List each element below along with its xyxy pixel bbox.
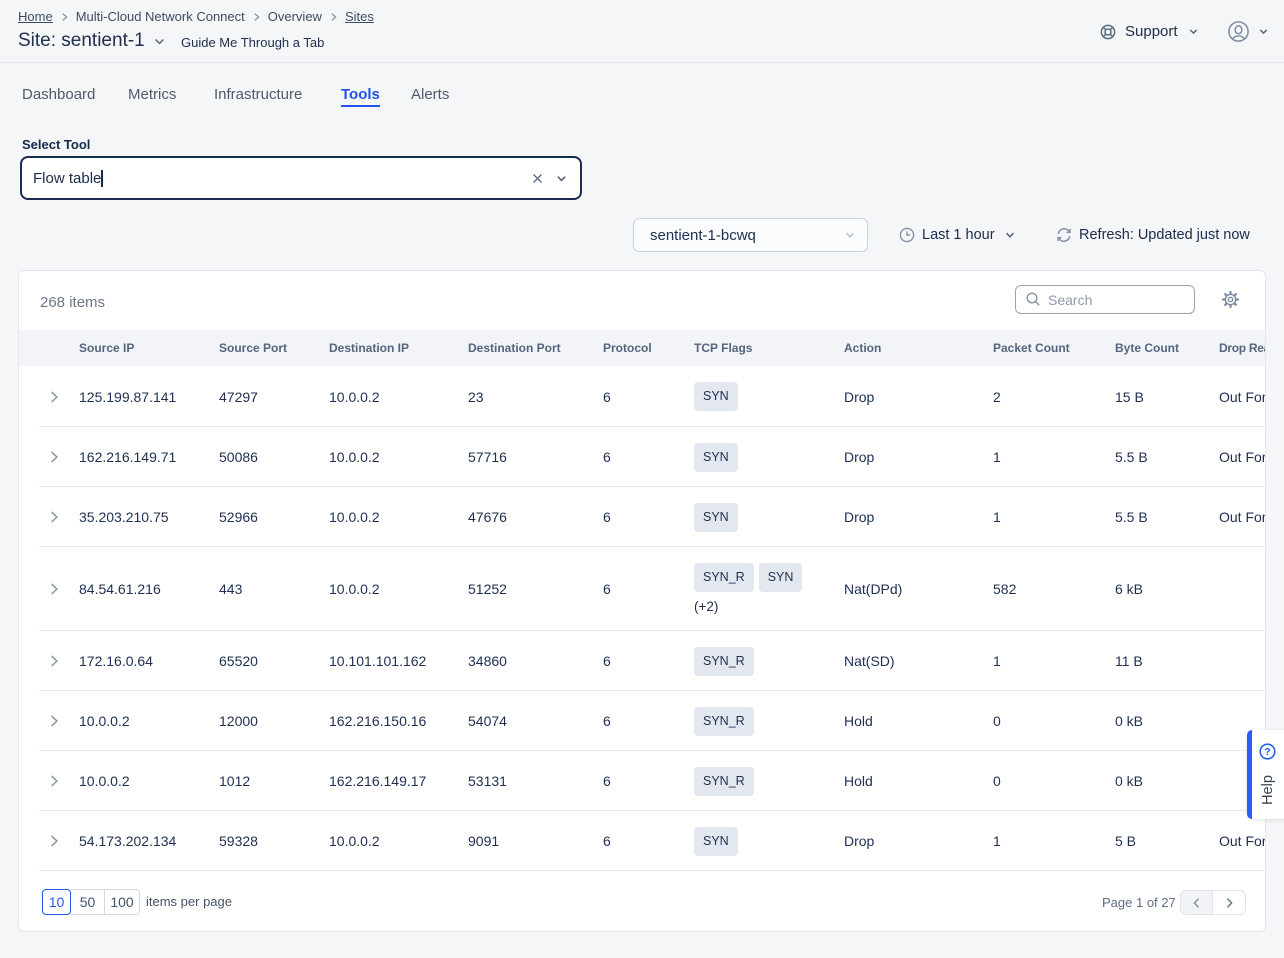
svg-text:?: ? xyxy=(1264,746,1270,758)
